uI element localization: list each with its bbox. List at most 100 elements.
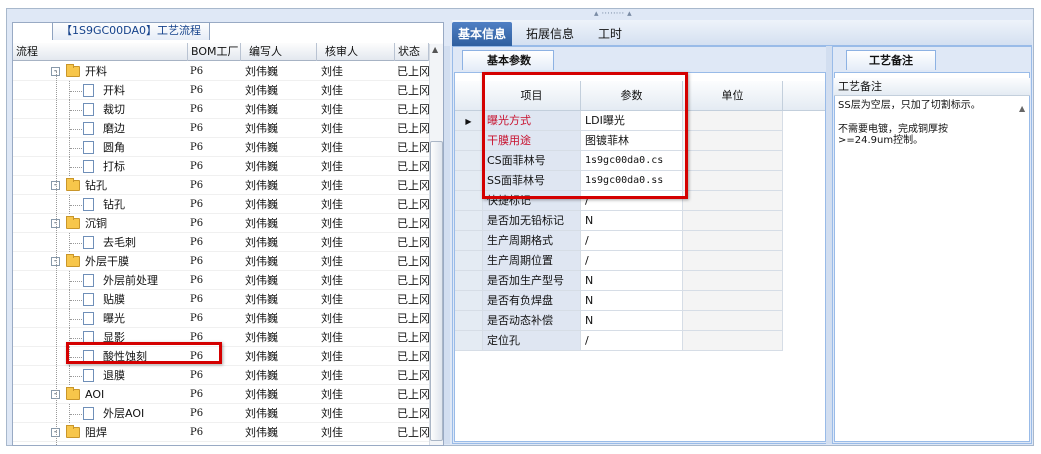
bom-cell: P6	[190, 123, 204, 134]
tree-step-row[interactable]: 打标 P6 刘伟巍 刘佳 已上冈	[13, 157, 435, 176]
document-icon	[83, 293, 94, 306]
tab-basic-info[interactable]: 基本信息	[452, 22, 513, 46]
tree-group-row[interactable]: - 阻焊 P6 刘伟巍 刘佳 已上冈	[13, 423, 435, 442]
reviewer-cell: 刘佳	[321, 255, 343, 268]
tree-header: 流程 BOM工厂 编写人 核审人 状态	[13, 43, 443, 61]
param-key: 是否有负焊盘	[483, 291, 581, 311]
row-indicator[interactable]	[455, 291, 483, 311]
folder-icon	[66, 425, 80, 438]
row-indicator[interactable]	[455, 191, 483, 211]
tree-group-row[interactable]: - 开料 P6 刘伟巍 刘佳 已上冈	[13, 62, 435, 81]
folder-icon	[66, 64, 80, 77]
tree-node-label: 外层AOI	[103, 407, 145, 420]
col-header-bom[interactable]: BOM工厂	[188, 43, 241, 61]
tree-group-row[interactable]: - 沉铜 P6 刘伟巍 刘佳 已上冈	[13, 214, 435, 233]
param-unit[interactable]	[683, 131, 783, 151]
tree-guide-line	[70, 300, 82, 301]
param-unit[interactable]	[683, 191, 783, 211]
folder-icon	[66, 178, 80, 191]
tree-group-row[interactable]: - 外层干膜 P6 刘伟巍 刘佳 已上冈	[13, 252, 435, 271]
bom-cell: P6	[190, 142, 204, 153]
left-splitter[interactable]	[444, 46, 450, 444]
scroll-up-arrow-icon[interactable]: ▲	[432, 45, 438, 54]
author-cell: 刘伟巍	[245, 236, 278, 249]
param-row[interactable]: 定位孔 /	[455, 331, 825, 351]
param-row[interactable]: 生产周期位置 /	[455, 251, 825, 271]
bom-cell: P6	[190, 389, 204, 400]
tree-step-row[interactable]: 外层前处理 P6 刘伟巍 刘佳 已上冈	[13, 271, 435, 290]
grid-col-unit[interactable]: 单位	[683, 81, 783, 111]
remarks-scroll-up-icon[interactable]: ▲	[1019, 104, 1025, 113]
param-unit[interactable]	[683, 291, 783, 311]
tree-step-row[interactable]: 去毛刺 P6 刘伟巍 刘佳 已上冈	[13, 233, 435, 252]
tab-basic-params[interactable]: 基本参数	[462, 50, 554, 70]
tree-step-row[interactable]: 外层AOI P6 刘伟巍 刘佳 已上冈	[13, 404, 435, 423]
tree-node-label: 沉铜	[85, 217, 107, 230]
param-value[interactable]: /	[581, 231, 683, 251]
param-unit[interactable]	[683, 211, 783, 231]
tree-group-row[interactable]: - 钻孔 P6 刘伟巍 刘佳 已上冈	[13, 176, 435, 195]
reviewer-cell: 刘佳	[321, 141, 343, 154]
tab-work-hours[interactable]: 工时	[592, 22, 628, 46]
param-unit[interactable]	[683, 151, 783, 171]
tree-guide-line	[70, 319, 82, 320]
bom-cell: P6	[190, 85, 204, 96]
col-header-process[interactable]: 流程	[13, 43, 188, 61]
tree-step-row[interactable]: 裁切 P6 刘伟巍 刘佳 已上冈	[13, 100, 435, 119]
top-grip[interactable]: ▴ ········ ▴	[594, 9, 632, 19]
param-unit[interactable]	[683, 251, 783, 271]
row-indicator[interactable]	[455, 131, 483, 151]
col-header-reviewer[interactable]: 核审人	[317, 43, 395, 61]
author-cell: 刘伟巍	[245, 255, 278, 268]
param-row[interactable]: 是否有负焊盘 N	[455, 291, 825, 311]
tree-step-row[interactable]: 贴膜 P6 刘伟巍 刘佳 已上冈	[13, 290, 435, 309]
author-cell: 刘伟巍	[245, 274, 278, 287]
row-indicator[interactable]	[455, 271, 483, 291]
tree-group-row[interactable]: - AOI P6 刘伟巍 刘佳 已上冈	[13, 385, 435, 404]
row-indicator[interactable]	[455, 311, 483, 331]
bom-cell: P6	[190, 199, 204, 210]
tree-step-row[interactable]: 退膜 P6 刘伟巍 刘佳 已上冈	[13, 366, 435, 385]
param-row[interactable]: 生产周期格式 /	[455, 231, 825, 251]
col-header-author[interactable]: 编写人	[241, 43, 317, 61]
row-indicator[interactable]	[455, 331, 483, 351]
tree-step-row[interactable]: 钻孔 P6 刘伟巍 刘佳 已上冈	[13, 195, 435, 214]
row-indicator[interactable]	[455, 231, 483, 251]
param-value[interactable]: N	[581, 311, 683, 331]
row-indicator[interactable]	[455, 171, 483, 191]
param-key: 定位孔	[483, 331, 581, 351]
author-cell: 刘伟巍	[245, 407, 278, 420]
col-header-status[interactable]: 状态	[395, 43, 429, 61]
param-unit[interactable]	[683, 271, 783, 291]
tree-guide-line	[70, 281, 82, 282]
row-indicator[interactable]	[455, 251, 483, 271]
param-value[interactable]: N	[581, 291, 683, 311]
tree-step-row[interactable]: 磨边 P6 刘伟巍 刘佳 已上冈	[13, 119, 435, 138]
param-value[interactable]: /	[581, 251, 683, 271]
tree-step-row[interactable]: 曝光 P6 刘伟巍 刘佳 已上冈	[13, 309, 435, 328]
param-value[interactable]: /	[581, 331, 683, 351]
tree-step-row[interactable]: 开料 P6 刘伟巍 刘佳 已上冈	[13, 81, 435, 100]
param-unit[interactable]	[683, 111, 783, 131]
tab-extended-info[interactable]: 拓展信息	[520, 22, 580, 46]
tab-process-remarks[interactable]: 工艺备注	[846, 50, 936, 70]
status-cell: 已上冈	[397, 369, 430, 382]
param-unit[interactable]	[683, 231, 783, 251]
reviewer-cell: 刘佳	[321, 369, 343, 382]
row-indicator[interactable]	[455, 211, 483, 231]
row-indicator[interactable]: ▶	[455, 111, 483, 131]
tree-guide-line	[70, 243, 82, 244]
param-row[interactable]: 是否加生产型号 N	[455, 271, 825, 291]
param-row[interactable]: 是否加无铅标记 N	[455, 211, 825, 231]
status-cell: 已上冈	[397, 388, 430, 401]
left-scrollbar-thumb[interactable]	[430, 141, 443, 441]
reviewer-cell: 刘佳	[321, 350, 343, 363]
param-unit[interactable]	[683, 331, 783, 351]
param-value[interactable]: N	[581, 211, 683, 231]
param-unit[interactable]	[683, 171, 783, 191]
param-row[interactable]: 是否动态补偿 N	[455, 311, 825, 331]
tree-step-row[interactable]: 圆角 P6 刘伟巍 刘佳 已上冈	[13, 138, 435, 157]
row-indicator[interactable]	[455, 151, 483, 171]
param-value[interactable]: N	[581, 271, 683, 291]
param-unit[interactable]	[683, 311, 783, 331]
